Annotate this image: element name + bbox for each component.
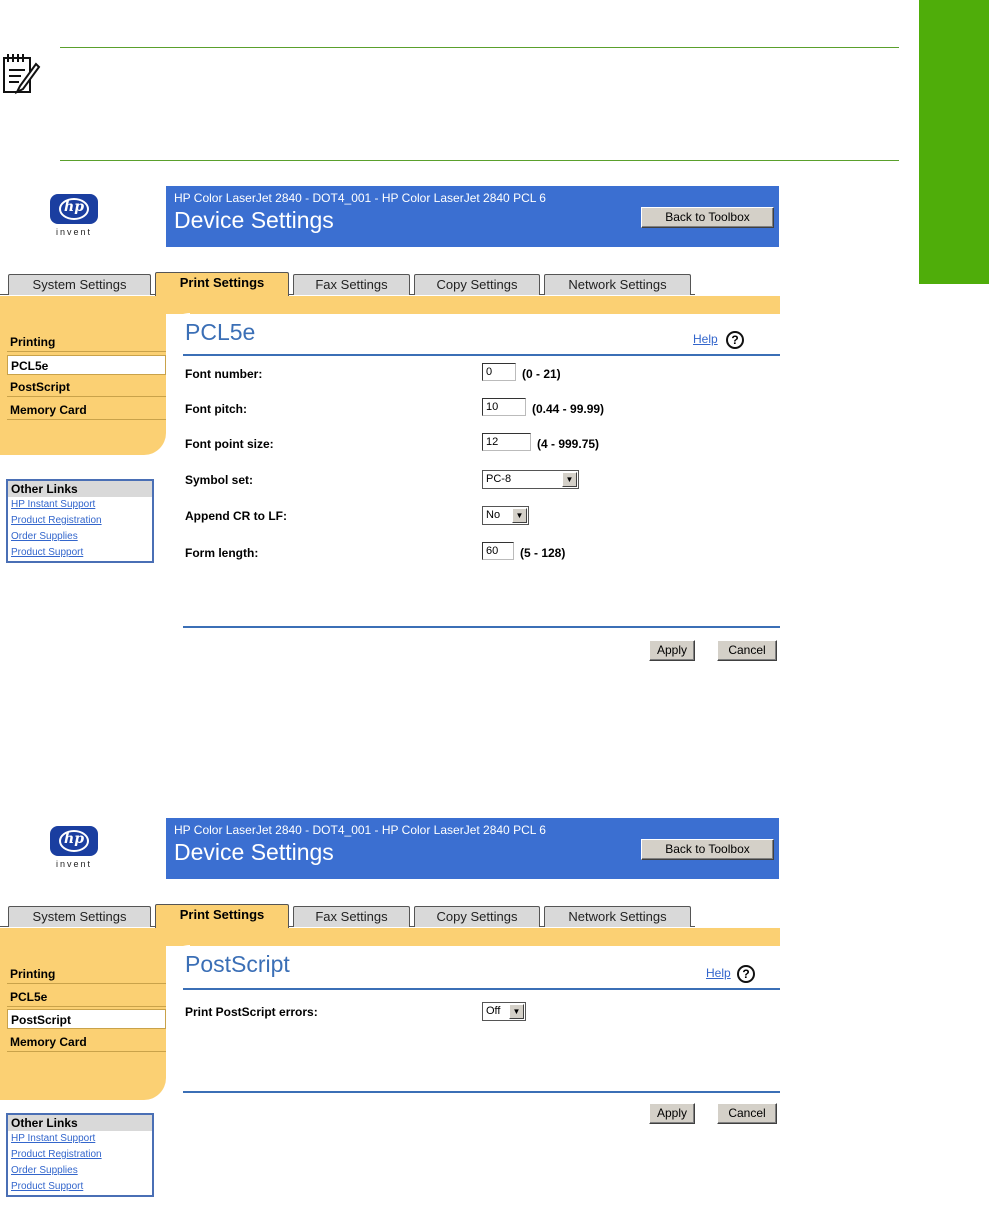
symbol-set-select[interactable]: PC-8 ▼ — [482, 470, 579, 489]
page-heading: Device Settings — [174, 207, 334, 233]
apply-button[interactable]: Apply — [649, 640, 695, 661]
link-hp-instant-support[interactable]: HP Instant Support — [8, 1131, 152, 1147]
footer-rule — [183, 1091, 780, 1093]
apply-button[interactable]: Apply — [649, 1103, 695, 1124]
nav-item-memory-card[interactable]: Memory Card — [7, 400, 166, 420]
tab-network-settings[interactable]: Network Settings — [544, 274, 691, 295]
print-postscript-errors-select[interactable]: Off ▼ — [482, 1002, 526, 1021]
symbol-set-value: PC-8 — [486, 473, 512, 485]
back-to-toolbox-button[interactable]: Back to Toolbox — [641, 207, 774, 228]
nav-item-pcl5e[interactable]: PCL5e — [7, 987, 166, 1007]
font-number-input[interactable]: 0 — [482, 363, 516, 381]
hp-logo: hp invent — [44, 194, 104, 240]
other-links-box: Other Links HP Instant Support Product R… — [6, 479, 154, 563]
nav-item-printing[interactable]: Printing — [7, 332, 166, 352]
cancel-button[interactable]: Cancel — [717, 1103, 777, 1124]
nav-item-postscript[interactable]: PostScript — [7, 377, 166, 397]
tab-bar: System Settings Print Settings Fax Setti… — [0, 904, 695, 928]
tab-print-settings[interactable]: Print Settings — [155, 904, 289, 928]
print-postscript-errors-value: Off — [486, 1005, 501, 1017]
nav-item-memory-card[interactable]: Memory Card — [7, 1032, 166, 1052]
font-pitch-input[interactable]: 10 — [482, 398, 526, 416]
back-to-toolbox-button[interactable]: Back to Toolbox — [641, 839, 774, 860]
title-banner: HP Color LaserJet 2840 - DOT4_001 - HP C… — [166, 818, 779, 879]
link-order-supplies[interactable]: Order Supplies — [8, 529, 152, 545]
hp-logo: hp invent — [44, 826, 104, 872]
tab-copy-settings[interactable]: Copy Settings — [414, 906, 540, 927]
nav-item-printing[interactable]: Printing — [7, 964, 166, 984]
font-pitch-label: Font pitch: — [185, 402, 247, 416]
tab-bar: System Settings Print Settings Fax Setti… — [0, 272, 695, 296]
help-link[interactable]: Help — [706, 966, 731, 980]
tab-system-settings[interactable]: System Settings — [8, 274, 151, 295]
page-heading: Device Settings — [174, 839, 334, 865]
tab-fax-settings[interactable]: Fax Settings — [293, 274, 410, 295]
link-product-registration[interactable]: Product Registration — [8, 513, 152, 529]
note-bottom-rule — [60, 160, 899, 161]
tab-print-settings[interactable]: Print Settings — [155, 272, 289, 296]
help-link[interactable]: Help — [693, 332, 718, 346]
form-length-range: (5 - 128) — [520, 546, 566, 560]
section-rule — [183, 988, 780, 990]
tab-fax-settings[interactable]: Fax Settings — [293, 906, 410, 927]
font-pitch-range: (0.44 - 99.99) — [532, 402, 605, 416]
font-number-range: (0 - 21) — [522, 367, 561, 381]
symbol-set-label: Symbol set: — [185, 473, 254, 487]
nav-item-pcl5e[interactable]: PCL5e — [7, 355, 166, 375]
form-length-input[interactable]: 60 — [482, 542, 514, 560]
dropdown-arrow-icon[interactable]: ▼ — [562, 472, 577, 487]
device-subtitle: HP Color LaserJet 2840 - DOT4_001 - HP C… — [174, 191, 546, 205]
dropdown-arrow-icon[interactable]: ▼ — [509, 1004, 524, 1019]
font-point-size-label: Font point size: — [185, 437, 274, 451]
cancel-button[interactable]: Cancel — [717, 640, 777, 661]
link-product-support[interactable]: Product Support — [8, 545, 152, 561]
append-cr-label: Append CR to LF: — [185, 509, 287, 523]
link-hp-instant-support[interactable]: HP Instant Support — [8, 497, 152, 513]
tab-network-settings[interactable]: Network Settings — [544, 906, 691, 927]
screenshot-postscript: hp invent HP Color LaserJet 2840 - DOT4_… — [0, 818, 800, 1203]
other-links-heading: Other Links — [8, 481, 152, 497]
other-links-box: Other Links HP Instant Support Product R… — [6, 1113, 154, 1197]
font-point-size-input[interactable]: 12 — [482, 433, 531, 451]
append-cr-value: No — [486, 509, 501, 521]
form-length-label: Form length: — [185, 546, 259, 560]
note-pad-icon — [0, 50, 42, 98]
footer-rule — [183, 626, 780, 628]
help-icon[interactable]: ? — [726, 331, 744, 349]
tab-copy-settings[interactable]: Copy Settings — [414, 274, 540, 295]
font-number-label: Font number: — [185, 367, 263, 381]
screenshot-pcl5e: hp invent HP Color LaserJet 2840 - DOT4_… — [0, 186, 800, 666]
other-links-heading: Other Links — [8, 1115, 152, 1131]
chapter-tab — [919, 0, 989, 284]
dropdown-arrow-icon[interactable]: ▼ — [512, 508, 527, 523]
note-top-rule — [60, 47, 899, 48]
link-product-registration[interactable]: Product Registration — [8, 1147, 152, 1163]
section-rule — [183, 354, 780, 356]
link-product-support[interactable]: Product Support — [8, 1179, 152, 1195]
nav-item-postscript[interactable]: PostScript — [7, 1009, 166, 1029]
print-postscript-errors-label: Print PostScript errors: — [185, 1005, 318, 1019]
help-icon[interactable]: ? — [737, 965, 755, 983]
device-subtitle: HP Color LaserJet 2840 - DOT4_001 - HP C… — [174, 823, 546, 837]
title-banner: HP Color LaserJet 2840 - DOT4_001 - HP C… — [166, 186, 779, 247]
append-cr-select[interactable]: No ▼ — [482, 506, 529, 525]
font-point-size-range: (4 - 999.75) — [537, 437, 600, 451]
tab-system-settings[interactable]: System Settings — [8, 906, 151, 927]
link-order-supplies[interactable]: Order Supplies — [8, 1163, 152, 1179]
section-title: PostScript — [185, 951, 290, 977]
section-title: PCL5e — [185, 319, 256, 345]
